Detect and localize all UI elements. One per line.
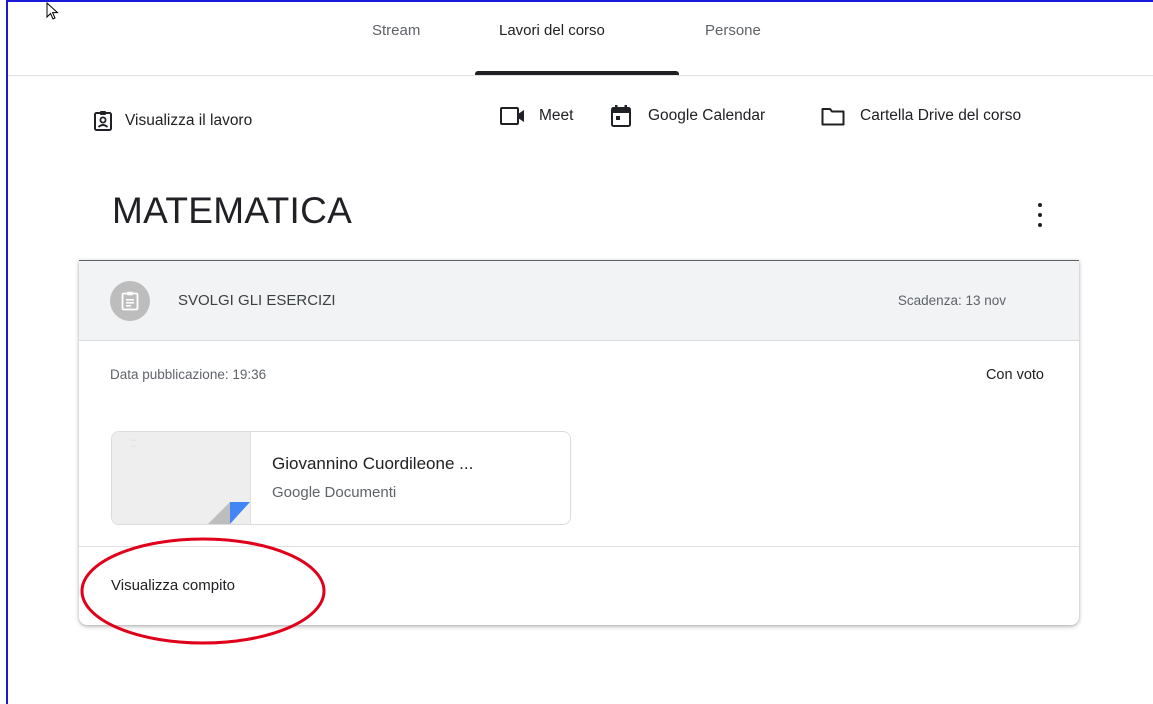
tab-people[interactable]: Persone: [705, 22, 761, 39]
video-camera-icon: [500, 107, 524, 125]
window-border-left: [6, 0, 8, 704]
google-docs-corner-icon: [208, 502, 250, 524]
meet-button[interactable]: Meet: [500, 106, 573, 126]
assignment-header[interactable]: SVOLGI GLI ESERCIZI Scadenza: 13 nov: [79, 261, 1079, 341]
attachment-title: Giovannino Cuordileone ...: [272, 454, 474, 473]
tab-stream[interactable]: Stream: [372, 22, 420, 39]
view-your-work-label: Visualizza il lavoro: [125, 112, 253, 129]
class-drive-folder-label: Cartella Drive del corso: [860, 107, 1022, 124]
tab-classwork[interactable]: Lavori del corso: [499, 22, 605, 39]
assignment-ind-icon: [94, 111, 112, 131]
active-tab-indicator: [475, 71, 679, 75]
meet-label: Meet: [539, 107, 574, 124]
due-date: Scadenza: 13 nov: [897, 293, 1006, 308]
document-thumbnail: ··· ···: [112, 432, 251, 524]
course-tabs: Stream Lavori del corso Persone: [8, 2, 1153, 76]
more-options-icon[interactable]: [1032, 203, 1048, 227]
calendar-icon: [611, 105, 631, 127]
assignment-title: SVOLGI GLI ESERCIZI: [178, 292, 336, 309]
published-time: Data pubblicazione: 19:36: [110, 367, 267, 382]
topic-title: MATEMATICA: [112, 190, 353, 231]
attachment-type: Google Documenti: [272, 484, 397, 501]
view-your-work-button[interactable]: Visualizza il lavoro: [93, 110, 252, 132]
google-calendar-label: Google Calendar: [648, 107, 766, 124]
assignment-icon: [110, 281, 150, 321]
grading-status: Con voto: [985, 367, 1044, 383]
folder-icon: [821, 108, 845, 126]
class-drive-folder-button[interactable]: Cartella Drive del corso: [821, 106, 1021, 126]
google-calendar-button[interactable]: Google Calendar: [610, 104, 765, 128]
attachment-card[interactable]: ··· ··· Giovannino Cuordileone ... Google…: [111, 431, 571, 525]
red-annotation-circle: [80, 537, 326, 645]
